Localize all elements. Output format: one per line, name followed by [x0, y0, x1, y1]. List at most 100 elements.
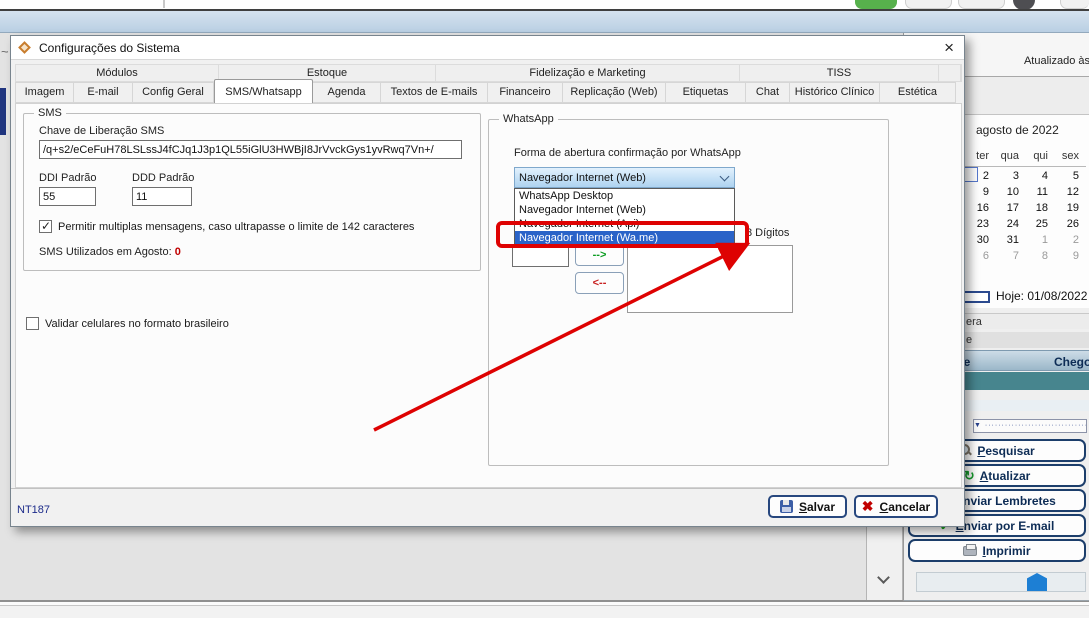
calendar-day[interactable]: 4 — [1028, 170, 1057, 186]
calendar-day[interactable]: 30 — [968, 234, 998, 250]
browser-button[interactable] — [905, 0, 952, 9]
calendar-day[interactable]: 2 — [1057, 234, 1088, 250]
tab-historico-clinico[interactable]: Histórico Clínico — [790, 82, 880, 103]
tab-imagem[interactable]: Imagem — [15, 82, 74, 103]
day-header: qui — [1028, 150, 1057, 162]
calendar-day[interactable]: 19 — [1057, 202, 1088, 218]
calendar-day[interactable]: 3 — [998, 170, 1028, 186]
tab-email[interactable]: E-mail — [74, 82, 133, 103]
app-header-strip — [0, 11, 1089, 33]
red-highlight-box — [496, 221, 749, 248]
scrollbar-thumb[interactable] — [1027, 573, 1047, 591]
calendar-day[interactable]: 31 — [998, 234, 1028, 250]
dialog-titlebar[interactable]: Configurações do Sistema × — [11, 36, 964, 60]
scroll-down-icon[interactable] — [877, 571, 890, 584]
calendar-day[interactable]: 24 — [998, 218, 1028, 234]
tab-textos-emails[interactable]: Textos de E-mails — [381, 82, 488, 103]
validate-label: Validar celulares no formato brasileiro — [45, 318, 229, 330]
horizontal-scrollbar[interactable] — [916, 572, 1086, 592]
panel-bottom-edge — [904, 600, 1089, 601]
chevron-down-icon — [720, 172, 730, 182]
calendar-day[interactable]: 18 — [1028, 202, 1057, 218]
calendar-day[interactable]: 12 — [1057, 186, 1088, 202]
app-diamond-icon — [18, 41, 31, 54]
printer-icon — [963, 546, 977, 556]
sms-usage-value: 0 — [175, 246, 181, 258]
calendar-day[interactable]: 5 — [1057, 170, 1088, 186]
sms-key-label: Chave de Liberação SMS — [39, 125, 164, 137]
calendar-day[interactable]: 9 — [968, 186, 998, 202]
tab-chat[interactable]: Chat — [746, 82, 790, 103]
open-mode-combobox[interactable]: Navegador Internet (Web) — [514, 167, 735, 188]
button-label: Enviar por E-mail — [956, 519, 1055, 533]
browser-button[interactable] — [958, 0, 1005, 9]
ddd-input[interactable] — [132, 187, 192, 206]
dropdown-option-desktop[interactable]: WhatsApp Desktop — [515, 189, 734, 203]
calendar-day[interactable]: 8 — [1028, 250, 1057, 266]
sms-legend: SMS — [34, 107, 66, 119]
save-label: Salvar — [799, 500, 835, 514]
calendar-day[interactable]: 6 — [968, 250, 998, 266]
x-icon: ✖ — [862, 498, 874, 515]
ddd-entry-input[interactable] — [512, 246, 569, 267]
calendar-day[interactable]: 16 — [968, 202, 998, 218]
today-label[interactable]: Hoje: 01/08/2022 — [996, 289, 1087, 303]
ddd-label: DDD Padrão — [132, 172, 194, 184]
today-marker-box — [963, 291, 990, 303]
calendar-day[interactable]: 25 — [1028, 218, 1057, 234]
day-header: ter — [968, 150, 998, 162]
tab-estetica[interactable]: Estética — [880, 82, 956, 103]
tab-config-geral[interactable]: Config Geral — [133, 82, 214, 103]
calendar-day[interactable]: 23 — [968, 218, 998, 234]
button-label: Atualizar — [980, 469, 1031, 483]
calendar-month-label: agosto de 2022 — [976, 123, 1059, 137]
dialog-title: Configurações do Sistema — [39, 41, 180, 55]
open-mode-label: Forma de abertura confirmação por WhatsA… — [514, 147, 741, 159]
multi-message-checkbox[interactable] — [39, 220, 52, 233]
tab-replicacao[interactable]: Replicação (Web) — [563, 82, 666, 103]
version-note: NT187 — [17, 504, 50, 516]
ddi-input[interactable] — [39, 187, 96, 206]
calendar-day[interactable]: 9 — [1057, 250, 1088, 266]
column-arrival[interactable]: Chegou — [1054, 355, 1089, 369]
system-settings-dialog: Configurações do Sistema × Módulos Estoq… — [10, 35, 965, 527]
calendar-day[interactable]: 2 — [968, 170, 998, 186]
close-icon[interactable]: × — [944, 38, 954, 58]
sms-usage-label: SMS Utilizados em Agosto: — [39, 246, 172, 258]
left-accent-bar — [0, 88, 6, 135]
calendar-day[interactable]: 17 — [998, 202, 1028, 218]
whatsapp-groupbox: WhatsApp Forma de abertura confirmação p… — [488, 119, 889, 466]
tab-etiquetas[interactable]: Etiquetas — [666, 82, 746, 103]
sms-key-input[interactable] — [39, 140, 462, 159]
sms-groupbox: SMS Chave de Liberação SMS DDI Padrão DD… — [23, 113, 481, 271]
tab-sms-whatsapp[interactable]: SMS/Whatsapp — [214, 79, 313, 103]
tab-group-tiss[interactable]: TISS — [740, 65, 939, 81]
tab-group-filler — [939, 65, 961, 81]
print-button[interactable]: Imprimir — [908, 539, 1086, 562]
calendar-day[interactable]: 26 — [1057, 218, 1088, 234]
validate-checkrow: Validar celulares no formato brasileiro — [26, 317, 229, 330]
calendar-day[interactable]: 10 — [998, 186, 1028, 202]
cancel-button[interactable]: ✖ Cancelar — [854, 495, 938, 518]
validate-checkbox[interactable] — [26, 317, 39, 330]
calendar-day[interactable]: 1 — [1028, 234, 1057, 250]
move-left-button[interactable]: <-- — [575, 272, 624, 294]
tab-financeiro[interactable]: Financeiro — [488, 82, 563, 103]
digits-label: 8 Dígitos — [746, 227, 789, 239]
band-text: era — [966, 316, 982, 328]
dropdown-option-web[interactable]: Navegador Internet (Web) — [515, 203, 734, 217]
tab-group-fidelizacao[interactable]: Fidelização e Marketing — [436, 65, 740, 81]
digits-listbox[interactable] — [627, 245, 793, 313]
button-label: Pesquisar — [977, 444, 1034, 458]
refresh-icon: ↻ — [964, 471, 975, 481]
calendar-day[interactable]: 7 — [998, 250, 1028, 266]
browser-button[interactable] — [1060, 0, 1089, 9]
calendar-days: 2 3 4 5 9 10 11 12 16 17 18 19 23 24 25 … — [968, 170, 1088, 266]
tab-group-modulos[interactable]: Módulos — [16, 65, 219, 81]
browser-green-button[interactable] — [855, 0, 897, 9]
tab-agenda[interactable]: Agenda — [313, 82, 381, 103]
save-button[interactable]: Salvar — [768, 495, 847, 518]
collapse-chevron-icon[interactable]: ~ — [1, 44, 9, 59]
splitter-handle[interactable]: ▼ ·································· ▼ — [973, 419, 1087, 433]
calendar-day[interactable]: 11 — [1028, 186, 1057, 202]
